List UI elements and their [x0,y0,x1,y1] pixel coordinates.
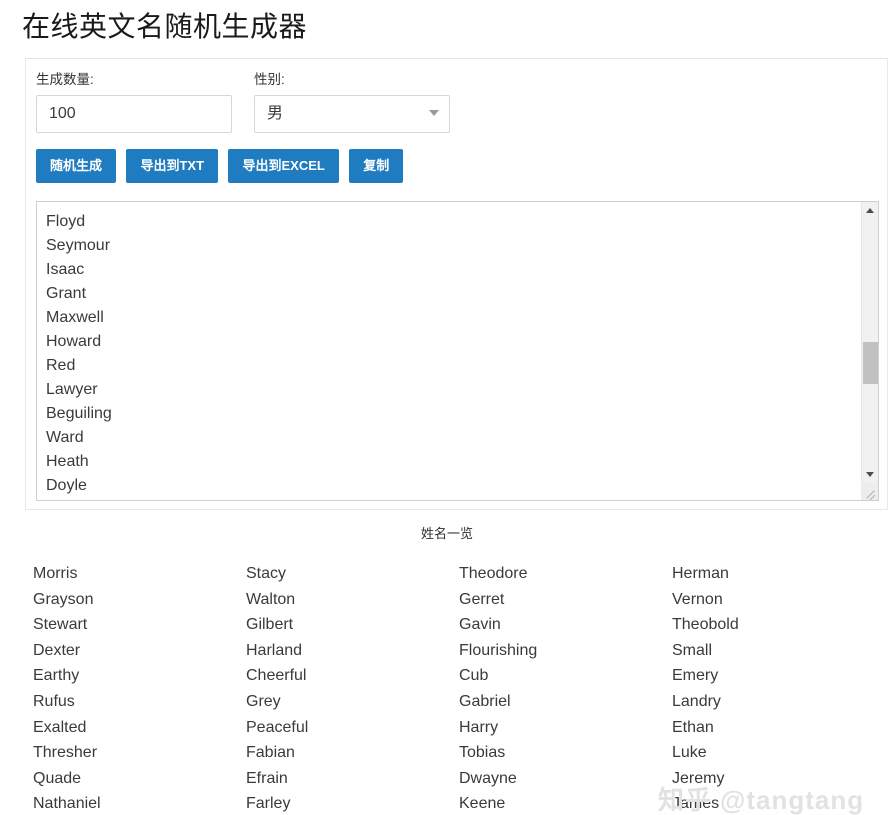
name-item: Keene [459,791,672,815]
page-root: 在线英文名随机生成器 生成数量: 性别: 男 随机生成 导出到TXT 导出到EX… [0,0,894,815]
name-item: Harland [246,638,459,664]
name-item: Theobold [672,612,885,638]
quantity-input[interactable] [36,95,232,133]
action-button-row: 随机生成 导出到TXT 导出到EXCEL 复制 [36,149,403,183]
scroll-up-button[interactable] [862,202,878,219]
quantity-label: 生成数量: [36,71,232,89]
name-item: Exalted [33,715,246,741]
name-item: Jeremy [672,766,885,792]
gender-field-group: 性别: 男 [254,71,450,133]
name-item: Dwayne [459,766,672,792]
name-item: Herman [672,561,885,587]
name-item: Efrain [246,766,459,792]
quantity-field-group: 生成数量: [36,71,232,133]
name-item: Walton [246,587,459,613]
name-item: Grayson [33,587,246,613]
generate-button[interactable]: 随机生成 [36,149,116,183]
name-item: Harry [459,715,672,741]
copy-button[interactable]: 复制 [349,149,403,183]
name-item: Thresher [33,740,246,766]
triangle-down-icon [866,472,874,477]
list-caption: 姓名一览 [0,523,894,542]
names-textarea-wrap: Floyd Seymour Isaac Grant Maxwell Howard… [36,201,879,501]
name-item: Tobias [459,740,672,766]
name-item: Grey [246,689,459,715]
name-item: Fabian [246,740,459,766]
name-item: Theodore [459,561,672,587]
name-item: Dexter [33,638,246,664]
form-row: 生成数量: 性别: 男 [36,71,876,149]
name-item: Rufus [33,689,246,715]
name-item: Gavin [459,612,672,638]
scroll-down-button[interactable] [862,466,878,483]
name-item: Farley [246,791,459,815]
name-item: Stacy [246,561,459,587]
name-item: Small [672,638,885,664]
name-item: Cheerful [246,663,459,689]
name-column: StacyWaltonGilbertHarlandCheerfulGreyPea… [246,561,459,815]
page-title: 在线英文名随机生成器 [22,7,307,47]
name-item: Ethan [672,715,885,741]
gender-label: 性别: [254,71,450,89]
name-item: Luke [672,740,885,766]
generator-panel: 生成数量: 性别: 男 随机生成 导出到TXT 导出到EXCEL 复制 Floy… [25,58,888,510]
gender-select-wrap: 男 [254,95,450,133]
name-item: Flourishing [459,638,672,664]
export-excel-button[interactable]: 导出到EXCEL [228,149,338,183]
scrollbar-thumb[interactable] [863,342,878,384]
name-item: Stewart [33,612,246,638]
name-item: Vernon [672,587,885,613]
name-column: MorrisGraysonStewartDexterEarthyRufusExa… [33,561,246,815]
export-txt-button[interactable]: 导出到TXT [126,149,218,183]
name-item: Peaceful [246,715,459,741]
name-item: James [672,791,885,815]
name-item: Nathaniel [33,791,246,815]
name-item: Cub [459,663,672,689]
name-item: Emery [672,663,885,689]
name-item: Earthy [33,663,246,689]
name-item: Gerret [459,587,672,613]
name-item: Morris [33,561,246,587]
name-column: TheodoreGerretGavinFlourishingCubGabriel… [459,561,672,815]
gender-select[interactable]: 男 [254,95,450,133]
names-textarea[interactable]: Floyd Seymour Isaac Grant Maxwell Howard… [37,202,863,500]
name-item: Gabriel [459,689,672,715]
names-grid: MorrisGraysonStewartDexterEarthyRufusExa… [33,561,885,815]
name-column: HermanVernonTheoboldSmallEmeryLandryEtha… [672,561,885,815]
name-item: Gilbert [246,612,459,638]
name-item: Quade [33,766,246,792]
textarea-scrollbar[interactable] [861,202,878,500]
name-item: Landry [672,689,885,715]
resize-grip-icon[interactable] [861,483,878,500]
triangle-up-icon [866,208,874,213]
